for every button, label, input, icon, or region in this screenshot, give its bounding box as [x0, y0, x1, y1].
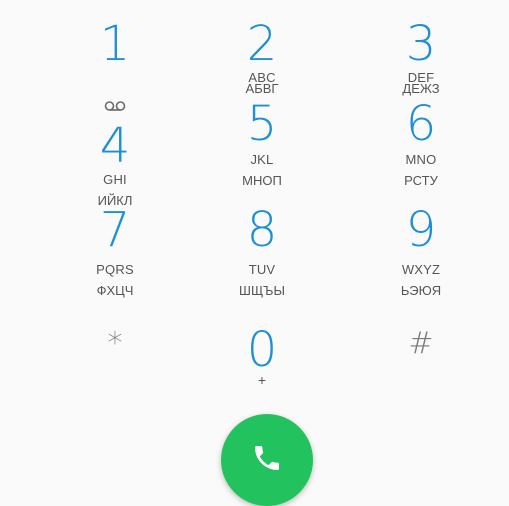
key-cyrillic: МНОП	[242, 173, 282, 188]
key-digit: 0	[246, 322, 278, 378]
call-button[interactable]	[221, 414, 313, 506]
key-cyrillic: ФХЦЧ	[96, 283, 134, 298]
key-cyrillic: ШЩЪЫ	[239, 283, 285, 298]
key-letters: WXYZ	[401, 262, 441, 277]
key-4[interactable]: 4 GHI ИЙКЛ	[50, 100, 180, 212]
key-digit: 1	[99, 16, 131, 72]
key-digit: 3	[405, 16, 437, 72]
key-8[interactable]: 8 TUV ШЩЪЫ	[197, 206, 327, 302]
key-digit: 7	[99, 202, 131, 258]
key-hash[interactable]: #	[356, 324, 486, 364]
key-star[interactable]: *	[50, 324, 180, 364]
key-0[interactable]: 0 +	[197, 326, 327, 388]
key-6[interactable]: ДЕЖЗ 6 MNO РСТУ	[356, 78, 486, 192]
key-letters: JKL	[250, 152, 274, 167]
plus-label: +	[257, 372, 267, 388]
key-9[interactable]: 9 WXYZ ЬЭЮЯ	[356, 206, 486, 302]
key-letters: TUV	[248, 262, 276, 277]
phone-icon	[255, 446, 279, 470]
key-digit: 6	[405, 96, 437, 152]
dialpad: 1 2 ABC 3 DEF 4 GHI ИЙКЛ АБВГ 5 JKL МНОП…	[0, 0, 509, 400]
key-digit: 2	[246, 16, 278, 72]
key-7[interactable]: 7 PQRS ФХЦЧ	[50, 206, 180, 302]
key-letters: GHI	[103, 172, 127, 187]
key-cyrillic: ЬЭЮЯ	[400, 283, 442, 298]
key-digit: 9	[405, 202, 437, 258]
key-digit: 4	[99, 118, 131, 174]
key-digit: 5	[246, 96, 278, 152]
key-letters: MNO	[405, 152, 437, 167]
key-cyrillic: РСТУ	[404, 173, 438, 188]
key-5[interactable]: АБВГ 5 JKL МНОП	[197, 78, 327, 192]
key-digit: 8	[246, 202, 278, 258]
hash-symbol: #	[408, 326, 434, 361]
star-symbol: *	[107, 326, 123, 361]
key-1[interactable]: 1	[50, 20, 180, 68]
key-letters: PQRS	[96, 262, 134, 277]
